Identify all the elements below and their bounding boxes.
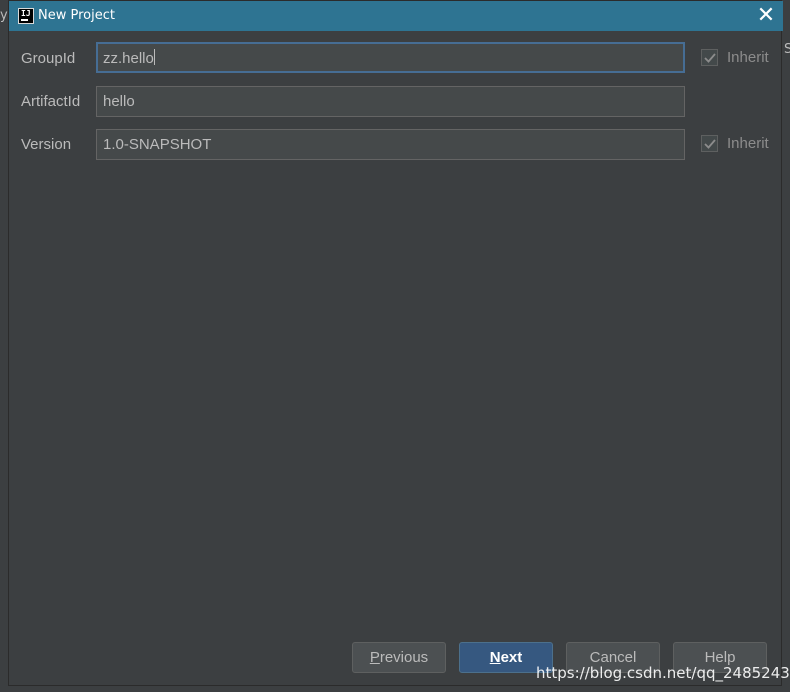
background-ide-fragment: S	[784, 42, 790, 57]
previous-button[interactable]: Previous	[352, 642, 446, 673]
artifactid-value: hello	[103, 93, 135, 110]
background-ide-fragment: y	[0, 8, 8, 23]
artifactid-label: ArtifactId	[21, 93, 81, 110]
groupid-input[interactable]: zz.hello	[96, 42, 685, 73]
window-title: New Project	[38, 8, 115, 23]
version-value: 1.0-SNAPSHOT	[103, 136, 212, 153]
version-label: Version	[21, 136, 72, 153]
groupid-inherit-label: Inherit	[727, 49, 769, 66]
watermark-url: https://blog.csdn.net/qq_24852439	[536, 664, 790, 682]
groupid-value: zz.hello	[103, 50, 154, 67]
new-project-dialog: IJ New Project ✕ GroupId zz.hello Inheri…	[8, 0, 783, 686]
groupid-inherit-checkbox[interactable]: Inherit	[701, 49, 769, 66]
version-inherit-checkbox[interactable]: Inherit	[701, 135, 769, 152]
title-bar[interactable]: IJ New Project ✕	[9, 1, 783, 31]
groupid-label: GroupId	[21, 50, 76, 67]
text-caret	[153, 49, 155, 65]
intellij-icon: IJ	[18, 8, 34, 24]
version-inherit-label: Inherit	[727, 135, 769, 152]
version-input[interactable]: 1.0-SNAPSHOT	[96, 129, 685, 160]
checkmark-icon	[701, 49, 718, 66]
close-icon[interactable]: ✕	[755, 4, 777, 27]
checkmark-icon	[701, 135, 718, 152]
artifactid-input[interactable]: hello	[96, 86, 685, 117]
